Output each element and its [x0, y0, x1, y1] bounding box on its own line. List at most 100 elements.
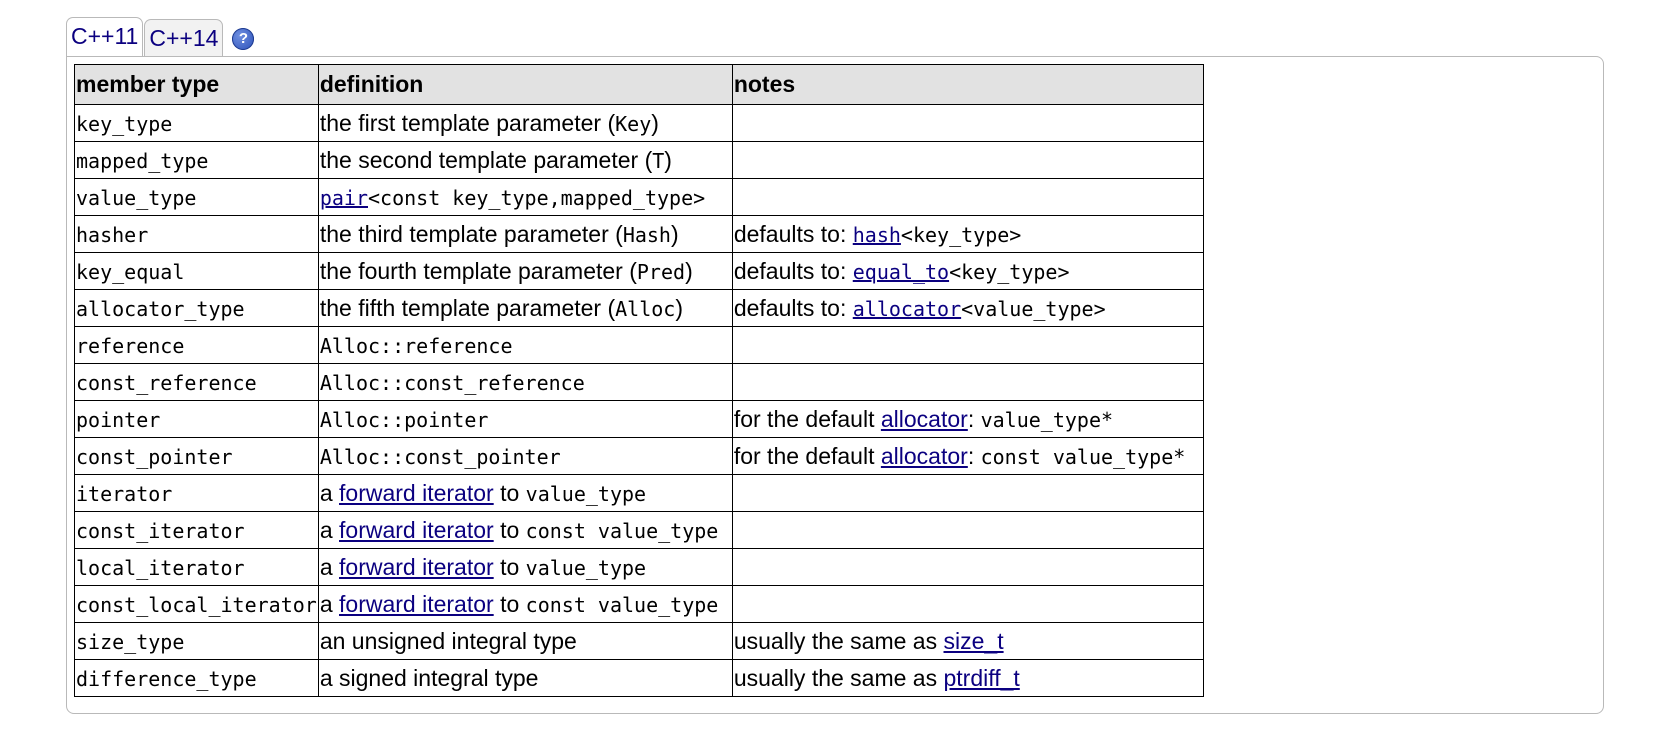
table-row: iterator a forward iterator to value_type [74, 474, 1204, 512]
description-text: : [967, 442, 981, 469]
description-text: the first template parameter ( [319, 109, 616, 136]
reference-link[interactable]: allocator [853, 297, 961, 321]
definition-cell: Alloc::reference [317, 326, 733, 364]
definition-cell: a forward iterator to const value_type [317, 585, 733, 623]
description-text: ) [651, 109, 659, 136]
reference-link[interactable]: size_t [944, 628, 1004, 654]
member-type-cell: size_type [74, 622, 319, 660]
description-text: a [319, 590, 340, 617]
reference-link[interactable]: allocator [881, 443, 968, 469]
description-text: defaults to: [733, 257, 853, 284]
code-text: <value_type> [961, 296, 1106, 321]
code-text: const value_type* [980, 444, 1186, 469]
code-text: const value_type [525, 592, 719, 617]
member-type-name: iterator [76, 481, 173, 506]
description-text: for the default [733, 405, 881, 432]
member-type-cell: iterator [74, 474, 319, 512]
description-text: an unsigned integral type [319, 627, 577, 654]
member-type-cell: key_equal [74, 252, 319, 290]
code-text: value_type* [980, 407, 1114, 432]
member-type-name: const_iterator [76, 518, 245, 543]
member-type-cell: reference [74, 326, 319, 364]
member-type-name: reference [76, 333, 185, 358]
description-text: a [319, 516, 340, 543]
description-text: to [493, 553, 526, 580]
notes-cell [731, 474, 1204, 512]
member-type-cell: hasher [74, 215, 319, 253]
member-type-cell: allocator_type [74, 289, 319, 327]
member-type-name: allocator_type [76, 296, 245, 321]
reference-link[interactable]: forward iterator [339, 480, 494, 506]
member-type-name: size_type [76, 629, 185, 654]
description-text: : [967, 405, 981, 432]
definition-cell: the fifth template parameter (Alloc) [317, 289, 733, 327]
notes-cell: for the default allocator: value_type* [731, 400, 1204, 438]
help-icon[interactable]: ? [232, 28, 255, 50]
reference-link[interactable]: forward iterator [339, 517, 494, 543]
notes-cell: defaults to: allocator<value_type> [731, 289, 1204, 327]
reference-link[interactable]: ptrdiff_t [944, 665, 1020, 691]
code-text: Alloc::const_reference [319, 370, 585, 395]
definition-cell: Alloc::const_reference [317, 363, 733, 401]
description-text: ) [664, 146, 672, 173]
code-text: Alloc::reference [319, 333, 513, 358]
tab-cpp11[interactable]: C++11 [66, 17, 144, 56]
notes-cell: defaults to: hash<key_type> [731, 215, 1204, 253]
table-row: const_pointer Alloc::const_pointer for the… [74, 437, 1204, 475]
table-header-row: member type definition notes [74, 64, 1204, 105]
code-text: Alloc::pointer [319, 407, 489, 432]
notes-cell [731, 104, 1204, 142]
description-text: the fifth template parameter ( [319, 294, 616, 321]
notes-cell: usually the same as ptrdiff_t [731, 659, 1204, 697]
definition-cell: Alloc::const_pointer [317, 437, 733, 475]
notes-cell: usually the same as size_t [731, 622, 1204, 660]
definition-cell: the first template parameter (Key) [317, 104, 733, 142]
definition-cell: a signed integral type [317, 659, 733, 697]
code-text: value_type [525, 481, 647, 506]
member-types-table: member type definition notes key_typethe… [74, 64, 1204, 697]
description-text: the second template parameter ( [319, 146, 653, 173]
table-row: reference Alloc::reference [74, 326, 1204, 364]
table-row: const_local_iterator a forward iterator t… [74, 585, 1204, 623]
notes-cell [731, 363, 1204, 401]
member-type-name: key_type [76, 111, 173, 136]
description-text: for the default [733, 442, 881, 469]
member-type-name: const_pointer [76, 444, 233, 469]
tab-cpp14[interactable]: C++14 [144, 19, 224, 56]
table-row: key_type the first template parameter (Ke… [74, 104, 1204, 142]
header-member-type: member type [74, 64, 319, 105]
header-notes: notes [731, 64, 1204, 105]
code-text: <key_type> [949, 259, 1070, 284]
reference-link[interactable]: forward iterator [339, 554, 494, 580]
member-type-name: mapped_type [76, 148, 209, 173]
table-row: difference_type a signed integral type usu… [74, 659, 1204, 697]
member-type-cell: local_iterator [74, 548, 319, 586]
notes-cell [731, 585, 1204, 623]
notes-cell [731, 511, 1204, 549]
table-row: mapped_type the second template parameter… [74, 141, 1204, 179]
definition-cell: a forward iterator to const value_type [317, 511, 733, 549]
description-text: ) [675, 294, 684, 321]
notes-cell [731, 548, 1204, 586]
table-row: value_type pair<const key_type,mapped_typ… [74, 178, 1204, 216]
member-types-panel: member type definition notes key_typethe… [66, 56, 1604, 714]
table-row: allocator_type the fifth template paramet… [74, 289, 1204, 327]
table-row: hasher the third template parameter (Hash… [74, 215, 1204, 253]
reference-link[interactable]: allocator [881, 406, 968, 432]
reference-link[interactable]: forward iterator [339, 591, 494, 617]
code-text: <key_type> [900, 222, 1022, 247]
description-text: a signed integral type [319, 664, 539, 691]
notes-cell: for the default allocator: const value_t… [731, 437, 1204, 475]
code-text: Hash [622, 222, 671, 247]
reference-link[interactable]: pair [320, 186, 368, 210]
definition-cell: the second template parameter (T) [317, 141, 733, 179]
member-type-name: const_reference [76, 370, 257, 395]
member-type-cell: key_type [74, 104, 319, 142]
description-text: to [493, 516, 526, 543]
definition-cell: Alloc::pointer [317, 400, 733, 438]
definition-cell: the third template parameter (Hash) [317, 215, 733, 253]
reference-link[interactable]: equal_to [853, 260, 949, 284]
reference-link[interactable]: hash [853, 223, 901, 247]
notes-cell [731, 326, 1204, 364]
definition-cell: pair<const key_type,mapped_type> [317, 178, 733, 216]
